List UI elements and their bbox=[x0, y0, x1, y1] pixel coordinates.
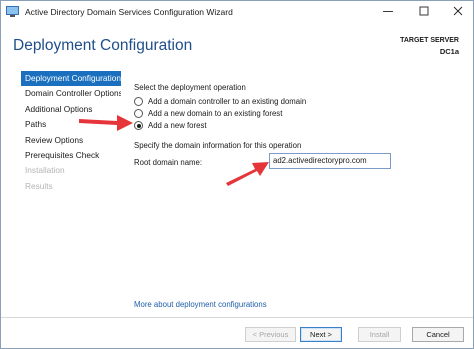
target-server-label: TARGET SERVER bbox=[400, 37, 459, 44]
wizard-steps-nav: Deployment Configuration Domain Controll… bbox=[21, 71, 121, 194]
nav-item-review-options[interactable]: Review Options bbox=[21, 133, 121, 148]
nav-item-prerequisites-check[interactable]: Prerequisites Check bbox=[21, 148, 121, 163]
close-icon[interactable] bbox=[447, 4, 469, 18]
footer-divider bbox=[1, 317, 473, 318]
window-title: Active Directory Domain Services Configu… bbox=[25, 7, 233, 17]
option-add-domain-existing-forest[interactable]: Add a new domain to an existing forest bbox=[134, 108, 282, 119]
radio-label: Add a new forest bbox=[148, 121, 207, 130]
maximize-icon[interactable] bbox=[413, 4, 435, 18]
nav-item-installation: Installation bbox=[25, 165, 65, 176]
option-add-dc-existing-domain[interactable]: Add a domain controller to an existing d… bbox=[134, 96, 306, 107]
radio-button[interactable] bbox=[134, 109, 143, 118]
nav-item-domain-controller-options[interactable]: Domain Controller Options bbox=[21, 86, 121, 101]
root-domain-label: Root domain name: bbox=[134, 158, 203, 167]
radio-button-selected[interactable] bbox=[134, 121, 143, 130]
radio-button[interactable] bbox=[134, 97, 143, 106]
annotation-arrow-icon bbox=[79, 115, 133, 131]
title-bar: Active Directory Domain Services Configu… bbox=[1, 1, 473, 23]
cancel-button[interactable]: Cancel bbox=[412, 327, 464, 342]
domain-info-heading: Specify the domain information for this … bbox=[134, 141, 302, 150]
target-server-name: DC1a bbox=[439, 47, 459, 56]
more-about-deployment-link[interactable]: More about deployment configurations bbox=[134, 300, 267, 309]
nav-item-deployment-configuration[interactable]: Deployment Configuration bbox=[21, 71, 121, 87]
radio-label: Add a new domain to an existing forest bbox=[148, 109, 283, 118]
wizard-window: Active Directory Domain Services Configu… bbox=[0, 0, 474, 349]
operation-heading: Select the deployment operation bbox=[134, 83, 246, 92]
radio-label: Add a domain controller to an existing d… bbox=[148, 97, 307, 106]
previous-button: < Previous bbox=[245, 327, 296, 342]
nav-item-results: Results bbox=[25, 180, 53, 191]
page-title: Deployment Configuration bbox=[13, 37, 193, 54]
annotation-arrow-icon bbox=[226, 162, 269, 186]
root-domain-input[interactable]: ad2.activedirectorypro.com bbox=[269, 153, 391, 169]
next-button[interactable]: Next > bbox=[300, 327, 342, 342]
ad-ds-icon bbox=[6, 6, 19, 17]
install-button: Install bbox=[358, 327, 401, 342]
option-add-new-forest[interactable]: Add a new forest bbox=[134, 120, 207, 131]
minimize-icon[interactable] bbox=[377, 4, 399, 18]
